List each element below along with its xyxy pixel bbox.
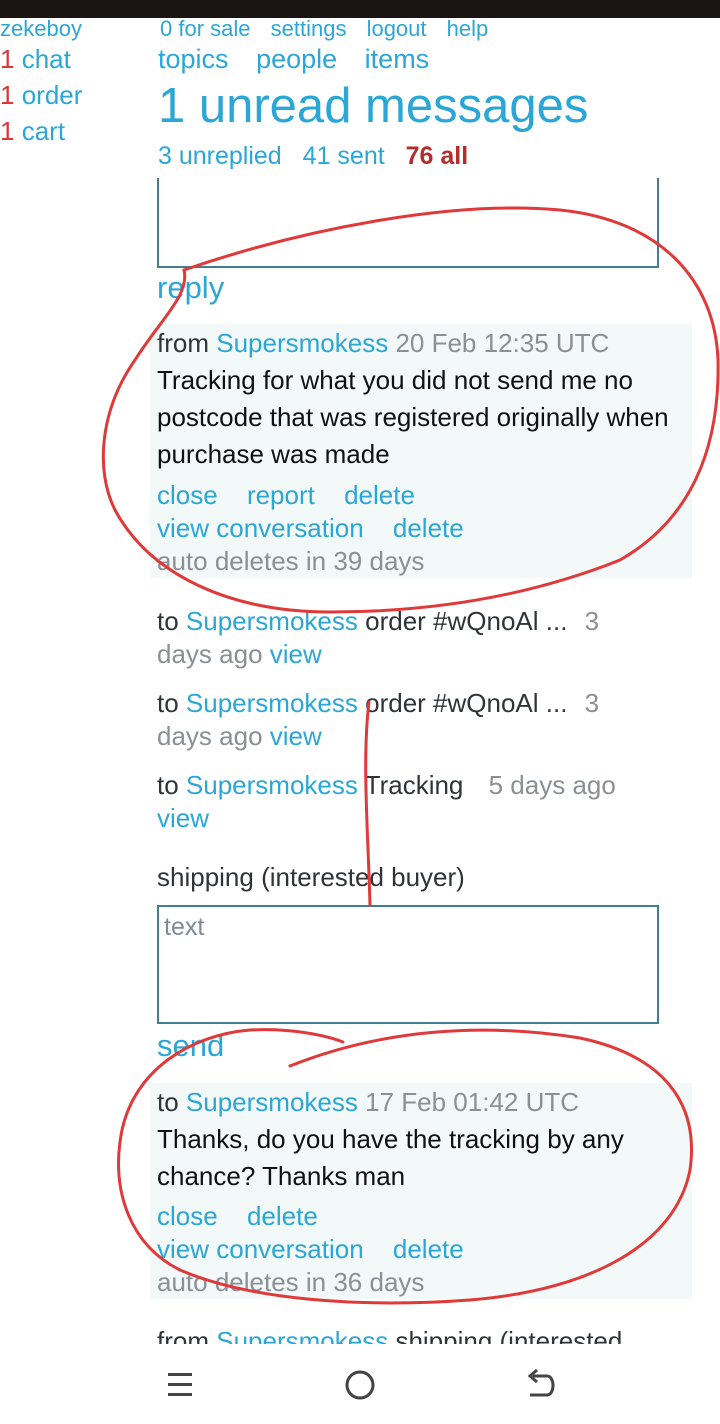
send-button[interactable]: send: [157, 1028, 224, 1064]
thread-row: from Supersmokess shipping (interested: [157, 1326, 622, 1344]
delete-link[interactable]: delete: [344, 480, 415, 510]
delete-link[interactable]: delete: [247, 1201, 318, 1231]
cart-link[interactable]: cart: [22, 116, 65, 146]
thread-view-link[interactable]: view: [157, 803, 209, 833]
message-body: Tracking for what you did not send me no…: [157, 365, 669, 469]
cart-count: 1: [0, 116, 15, 146]
compose-textarea[interactable]: text: [157, 905, 659, 1024]
message-actions-2: view conversation delete: [157, 513, 486, 544]
thread-row: to Supersmokess order #wQnoAl ... 3: [157, 688, 599, 719]
message-time: 17 Feb 01:42 UTC: [365, 1087, 580, 1117]
thread-row-cont: view: [157, 803, 209, 834]
message-filters: 3 unreplied 41 sent 76 all: [158, 142, 482, 171]
filter-all[interactable]: 76 all: [406, 142, 469, 170]
thread-age: 5 days ago: [488, 770, 616, 800]
message-direction: from: [157, 328, 209, 358]
people-link[interactable]: people: [256, 44, 337, 74]
close-link[interactable]: close: [157, 480, 218, 510]
view-conversation-link[interactable]: view conversation: [157, 513, 364, 543]
android-nav-bar: [0, 1344, 720, 1424]
sender-link[interactable]: Supersmokess: [216, 328, 388, 358]
section-menu: topics people items: [158, 44, 449, 75]
message-actions-2: view conversation delete: [157, 1234, 486, 1265]
top-menu: 0 for sale settings logout help: [160, 16, 502, 42]
filter-sent[interactable]: 41 sent: [303, 142, 385, 170]
thread-view-link[interactable]: view: [270, 639, 322, 669]
thread-user-link[interactable]: Supersmokess: [186, 770, 358, 800]
thread-subject: shipping (interested: [395, 1326, 623, 1344]
thread-age: 3: [584, 688, 600, 718]
page-title: 1 unread messages: [158, 79, 589, 133]
for-sale-link[interactable]: 0 for sale: [160, 16, 251, 41]
message-direction: to: [157, 1087, 179, 1117]
auto-delete-notice: auto deletes in 36 days: [157, 1267, 425, 1297]
recipient-link[interactable]: Supersmokess: [186, 1087, 358, 1117]
thread-subject: Tracking: [364, 770, 464, 800]
message-card: to Supersmokess 17 Feb 01:42 UTC Thanks,…: [150, 1083, 692, 1299]
nav-cart[interactable]: 1 cart: [0, 116, 65, 147]
chat-count: 1: [0, 44, 15, 74]
logout-link[interactable]: logout: [367, 16, 427, 41]
username-link[interactable]: zekeboy: [0, 16, 82, 42]
thread-view-link[interactable]: view: [270, 721, 322, 751]
filter-unreplied[interactable]: 3 unreplied: [158, 142, 282, 170]
view-conversation-link[interactable]: view conversation: [157, 1234, 364, 1264]
thread-direction: to: [157, 606, 179, 636]
home-icon[interactable]: [335, 1364, 385, 1406]
thread-row: to Supersmokess order #wQnoAl ... 3: [157, 606, 599, 637]
message-card: from Supersmokess 20 Feb 12:35 UTC Track…: [150, 324, 692, 578]
thread-subject: order #wQnoAl ...: [365, 606, 568, 636]
thread-age-wrap: days ago: [157, 721, 263, 751]
thread-subject: order #wQnoAl ...: [365, 688, 568, 718]
thread-row-cont: days ago view: [157, 639, 322, 670]
reply-button[interactable]: reply: [157, 270, 224, 306]
thread-user-link[interactable]: Supersmokess: [216, 1326, 388, 1344]
reply-textarea[interactable]: text: [157, 178, 659, 268]
chat-link[interactable]: chat: [22, 44, 71, 74]
order-link[interactable]: order: [22, 80, 83, 110]
thread-direction: to: [157, 688, 179, 718]
message-body: Thanks, do you have the tracking by any …: [157, 1124, 624, 1191]
delete-link[interactable]: delete: [393, 513, 464, 543]
thread-row-cont: days ago view: [157, 721, 322, 752]
order-count: 1: [0, 80, 15, 110]
delete-link[interactable]: delete: [393, 1234, 464, 1264]
auto-delete-notice: auto deletes in 39 days: [157, 546, 425, 576]
back-icon[interactable]: [515, 1364, 565, 1406]
thread-age: 3: [584, 606, 600, 636]
thread-direction: to: [157, 770, 179, 800]
report-link[interactable]: report: [247, 480, 315, 510]
thread-direction: from: [157, 1326, 209, 1344]
settings-link[interactable]: settings: [271, 16, 347, 41]
thread-user-link[interactable]: Supersmokess: [186, 606, 358, 636]
message-actions: close delete: [157, 1201, 340, 1232]
nav-chat[interactable]: 1 chat: [0, 44, 71, 75]
items-link[interactable]: items: [365, 44, 430, 74]
message-actions: close report delete: [157, 480, 437, 511]
message-time: 20 Feb 12:35 UTC: [395, 328, 610, 358]
compose-placeholder: text: [164, 913, 205, 941]
topics-link[interactable]: topics: [158, 44, 229, 74]
thread-user-link[interactable]: Supersmokess: [186, 688, 358, 718]
menu-icon[interactable]: [155, 1364, 205, 1406]
compose-label: shipping (interested buyer): [157, 862, 465, 892]
close-link[interactable]: close: [157, 1201, 218, 1231]
thread-row: to Supersmokess Tracking 5 days ago: [157, 770, 616, 801]
thread-age-wrap: days ago: [157, 639, 263, 669]
nav-order[interactable]: 1 order: [0, 80, 82, 111]
message-list[interactable]: text reply from Supersmokess 20 Feb 12:3…: [0, 178, 720, 1344]
help-link[interactable]: help: [447, 16, 489, 41]
